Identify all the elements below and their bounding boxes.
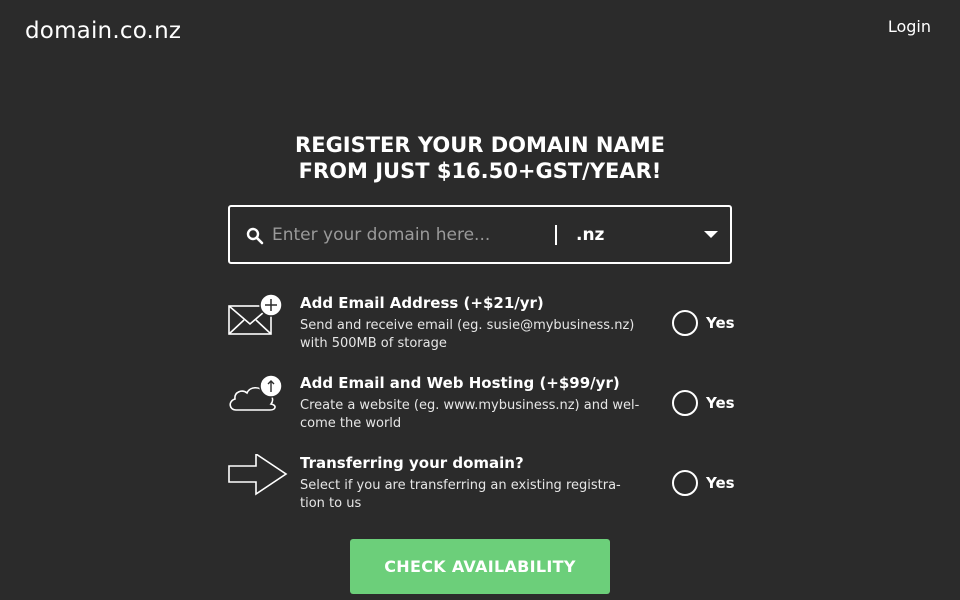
radio-circle[interactable] (672, 310, 698, 336)
option-description-line: come the world (300, 416, 402, 431)
headline-line-1: REGISTER YOUR DOMAIN NAME (295, 133, 665, 157)
option-title: Transferring your domain? (300, 454, 524, 472)
option-title: Add Email Address (+$21/yr) (300, 294, 544, 312)
email-yes-radio[interactable]: Yes (672, 310, 735, 338)
arrow-right-icon (228, 454, 288, 496)
check-availability-button[interactable]: CHECK AVAILABILITY (350, 539, 610, 594)
domain-search-input[interactable] (272, 219, 542, 251)
chevron-down-icon (704, 231, 718, 238)
option-transfer: Transferring your domain? Select if you … (228, 454, 735, 518)
radio-label: Yes (706, 474, 735, 492)
domain-search-box: .nz (228, 205, 732, 264)
search-divider (555, 225, 557, 245)
hosting-yes-radio[interactable]: Yes (672, 390, 735, 418)
option-description: Select if you are transferring an existi… (300, 477, 640, 513)
radio-circle[interactable] (672, 390, 698, 416)
radio-label: Yes (706, 394, 735, 412)
option-description: Send and receive email (eg. susie@mybusi… (300, 317, 640, 353)
option-description-line: Send and receive email (eg. susie@mybusi… (300, 318, 635, 333)
transfer-yes-radio[interactable]: Yes (672, 470, 735, 498)
cloud-upload-icon (229, 374, 283, 411)
option-description-line: Create a website (eg. www.mybusiness.nz)… (300, 398, 640, 413)
option-description-line: tion to us (300, 496, 362, 511)
tld-selected-value: .nz (576, 225, 605, 245)
radio-circle[interactable] (672, 470, 698, 496)
option-description-line: with 500MB of storage (300, 336, 447, 351)
option-email: Add Email Address (+$21/yr) Send and rec… (228, 294, 735, 358)
option-description: Create a website (eg. www.mybusiness.nz)… (300, 397, 640, 433)
option-title: Add Email and Web Hosting (+$99/yr) (300, 374, 620, 392)
radio-label: Yes (706, 314, 735, 332)
page-headline: REGISTER YOUR DOMAIN NAME FROM JUST $16.… (0, 132, 960, 184)
envelope-plus-icon (228, 294, 283, 335)
tld-select[interactable]: .nz (576, 217, 726, 253)
option-hosting: Add Email and Web Hosting (+$99/yr) Crea… (228, 374, 735, 438)
search-icon (246, 227, 264, 245)
site-logo[interactable]: domain.co.nz (25, 18, 181, 44)
option-description-line: Select if you are transferring an existi… (300, 478, 621, 493)
headline-line-2: FROM JUST $16.50+GST/YEAR! (298, 159, 662, 183)
login-link[interactable]: Login (888, 17, 931, 36)
